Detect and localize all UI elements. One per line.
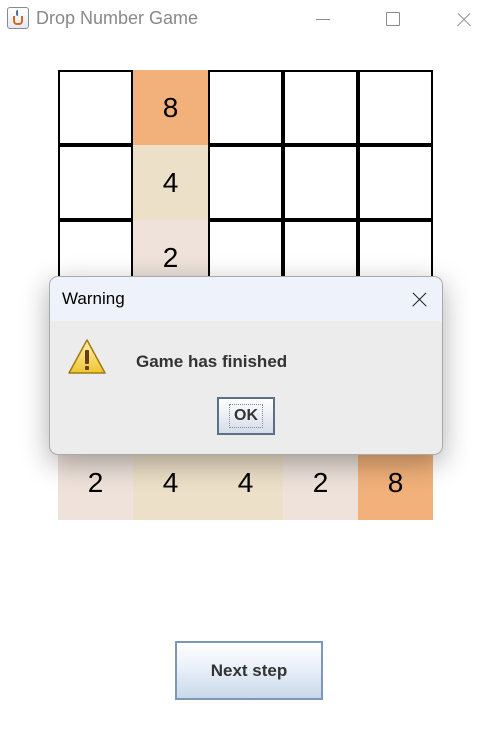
board-tile: 4: [208, 445, 283, 520]
next-step-button[interactable]: Next step: [175, 641, 323, 700]
java-cup-icon: [7, 7, 29, 29]
ok-button-label: OK: [229, 404, 263, 428]
board-tile: 8: [133, 70, 208, 145]
board-cell-empty: [208, 145, 283, 220]
window-titlebar: Drop Number Game: [0, 0, 493, 40]
dialog-close-icon[interactable]: [400, 279, 440, 319]
board-tile: 4: [133, 445, 208, 520]
dialog-title: Warning: [62, 289, 125, 308]
board-cell-empty: [358, 145, 433, 220]
dialog-titlebar: Warning: [50, 277, 442, 321]
minimize-icon[interactable]: [300, 0, 346, 40]
board-tile: 2: [58, 445, 133, 520]
maximize-icon[interactable]: [369, 0, 415, 40]
board-tile: 2: [283, 445, 358, 520]
board-tile: 8: [358, 445, 433, 520]
board-cell-empty: [208, 70, 283, 145]
board-cell-empty: [58, 70, 133, 145]
window-title: Drop Number Game: [36, 8, 199, 28]
board-tile: 4: [133, 145, 208, 220]
warning-dialog: Warning Game has finished OK: [49, 276, 443, 455]
warning-icon: [68, 339, 106, 374]
board-cell-empty: [283, 145, 358, 220]
close-icon[interactable]: [440, 0, 486, 40]
board-cell-empty: [358, 70, 433, 145]
board-cell-empty: [283, 70, 358, 145]
board-cell-empty: [58, 145, 133, 220]
dialog-message: Game has finished: [136, 352, 288, 371]
ok-button[interactable]: OK: [217, 397, 275, 435]
